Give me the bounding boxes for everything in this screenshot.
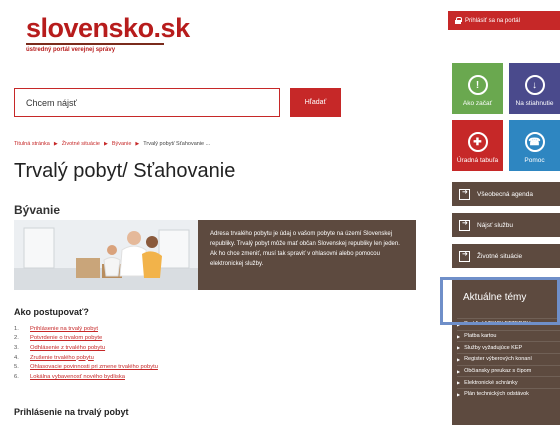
site-logo[interactable]: slovensko.sk ústredný portál verejnej sp…	[26, 14, 190, 53]
breadcrumb-home[interactable]: Titulná stránka	[14, 141, 50, 147]
topic-link[interactable]: ▶ Plán technických odstávok	[457, 388, 560, 400]
side-button-label: Všeobecná agenda	[477, 190, 534, 198]
breadcrumb-housing[interactable]: Bývanie	[112, 141, 132, 147]
board-icon: ✚	[467, 132, 488, 152]
step-link[interactable]: Zrušenie trvalého pobytu	[30, 355, 94, 361]
topic-link[interactable]: ▶ Register výberových konaní	[457, 353, 560, 365]
breadcrumb-separator-icon: ▶	[53, 141, 58, 147]
hero-image	[14, 220, 198, 290]
step-link[interactable]: Lokálna vybavenosť nového bydliska	[30, 374, 125, 380]
topic-label: Plán technických odstávok	[464, 391, 529, 398]
topic-link[interactable]: ▶ Prehľad NEWSLETTEROV	[457, 318, 560, 330]
logo-underline	[26, 43, 164, 45]
topic-link[interactable]: ▶ Občiansky preukaz s čipom	[457, 364, 560, 377]
arrow-icon: ▶	[457, 333, 461, 339]
arrow-icon: ▶	[457, 321, 461, 327]
list-item: 6. Lokálna vybavenosť nového bydliska	[14, 372, 158, 382]
tile-official-board[interactable]: ✚ Úradná tabuľa	[452, 120, 503, 171]
arrow-icon: ▶	[457, 368, 461, 374]
lock-icon	[455, 17, 462, 24]
step-number: 1.	[14, 325, 19, 332]
step-number: 2.	[14, 335, 19, 342]
search-input[interactable]	[14, 88, 280, 117]
current-topics-title: Aktuálne témy	[463, 292, 527, 303]
login-label: Prihlásiť sa na portál	[465, 17, 520, 24]
current-topics-panel: Aktuálne témy ▶ Prehľad NEWSLETTEROV ▶ Pla…	[452, 280, 560, 425]
list-item: 3. Odhlásenie z trvalého pobytu	[14, 343, 158, 353]
topic-label: Prehľad NEWSLETTEROV	[464, 321, 531, 328]
side-button-label: Nájsť službu	[477, 221, 514, 229]
tile-downloads[interactable]: ↓ Na stiahnutie	[509, 63, 560, 114]
page-title: Trvalý pobyt/ Sťahovanie	[14, 160, 236, 182]
hero-intro-text: Adresa trvalého pobytu je údaj o vašom p…	[198, 220, 416, 290]
topic-link[interactable]: ▶ Elektronické schránky	[457, 376, 560, 388]
tile-label: Pomoc	[524, 157, 545, 164]
moving-family-illustration	[14, 220, 198, 290]
arrow-icon: ▶	[457, 345, 461, 351]
topic-link[interactable]: ▶ Služby vyžadujúce KEP	[457, 341, 560, 353]
logo-tagline: ústredný portál verejnej správy	[26, 47, 116, 53]
lightbulb-icon: !	[467, 75, 488, 95]
step-number: 3.	[14, 344, 19, 351]
topic-link[interactable]: ▶ Platba kartou	[457, 329, 560, 342]
step-number: 6.	[14, 373, 19, 380]
phone-icon: ☎	[524, 132, 545, 152]
step-number: 5.	[14, 364, 19, 371]
topic-label: Občiansky preukaz s čipom	[464, 368, 532, 375]
document-arrow-icon	[459, 188, 470, 200]
steps-list: 1. Prihlásenie na trvalý pobyt 2. Potvrden…	[14, 324, 158, 382]
general-agenda-button[interactable]: Všeobecná agenda	[452, 182, 560, 206]
how-to-title: Ako postupovať?	[14, 307, 89, 317]
breadcrumb: Titulná stránka ▶ Životné situácie ▶ Býv…	[14, 141, 210, 147]
list-item: 4. Zrušenie trvalého pobytu	[14, 353, 158, 363]
step-link[interactable]: Odhlásenie z trvalého pobytu	[30, 345, 105, 351]
list-item: 2. Potvrdenie o trvalom pobyte	[14, 334, 158, 344]
download-icon: ↓	[524, 75, 545, 95]
tile-label: Na stiahnutie	[515, 100, 554, 107]
side-button-label: Životné situácie	[477, 252, 523, 260]
tile-help[interactable]: ☎ Pomoc	[509, 120, 560, 171]
list-item: 1. Prihlásenie na trvalý pobyt	[14, 324, 158, 334]
search-button[interactable]: Hľadať	[290, 88, 341, 117]
topic-label: Služby vyžadujúce KEP	[464, 344, 523, 351]
tile-label: Ako začať	[462, 100, 493, 107]
section-title: Bývanie	[14, 203, 61, 217]
document-arrow-icon	[459, 219, 470, 231]
arrow-icon: ▶	[457, 356, 461, 362]
step-link[interactable]: Potvrdenie o trvalom pobyte	[30, 335, 102, 341]
breadcrumb-current: Trvalý pobyt/ Sťahovanie ...	[143, 141, 211, 147]
life-situations-button[interactable]: Životné situácie	[452, 244, 560, 268]
find-service-button[interactable]: Nájsť službu	[452, 213, 560, 237]
breadcrumb-life-situations[interactable]: Životné situácie	[62, 141, 100, 147]
subsection-title: Prihlásenie na trvalý pobyt	[14, 407, 129, 417]
logo-text: slovensko.sk	[26, 13, 190, 43]
step-link[interactable]: Ohlasovacie povinnosti pri zmene trvaléh…	[30, 364, 158, 370]
breadcrumb-separator-icon: ▶	[103, 141, 108, 147]
arrow-icon: ▶	[457, 380, 461, 386]
topics-list: ▶ Prehľad NEWSLETTEROV ▶ Platba kartou ▶ Sl…	[452, 318, 560, 400]
tile-how-to-start[interactable]: ! Ako začať	[452, 63, 503, 114]
topic-label: Register výberových konaní	[464, 356, 532, 363]
step-number: 4.	[14, 354, 19, 361]
topic-label: Platba kartou	[464, 333, 497, 340]
tile-label: Úradná tabuľa	[456, 157, 499, 164]
login-button[interactable]: Prihlásiť sa na portál	[448, 11, 560, 30]
list-item: 5. Ohlasovacie povinnosti pri zmene trval…	[14, 362, 158, 372]
step-link[interactable]: Prihlásenie na trvalý pobyt	[30, 326, 98, 332]
breadcrumb-separator-icon: ▶	[135, 141, 140, 147]
document-arrow-icon	[459, 250, 470, 262]
arrow-icon: ▶	[457, 391, 461, 397]
topic-label: Elektronické schránky	[464, 379, 518, 386]
